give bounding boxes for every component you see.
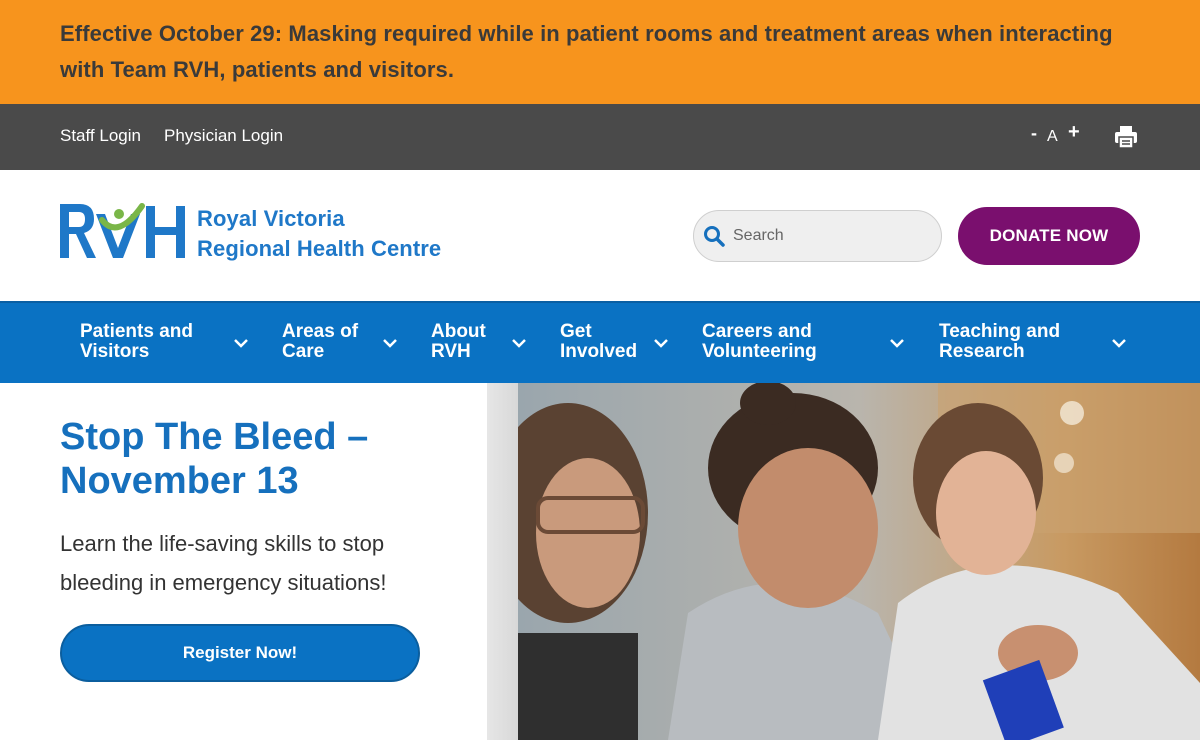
nav-label-line1: Patients and (80, 321, 193, 342)
hero-title: Stop The Bleed – November 13 (60, 416, 369, 502)
rvh-logo[interactable] (58, 200, 190, 262)
nav-item-about-rvh[interactable]: About RVH (431, 322, 486, 362)
print-icon[interactable] (1113, 124, 1139, 150)
font-decrease-button[interactable]: - (1031, 123, 1037, 144)
nav-item-patients-and-visitors[interactable]: Patients and Visitors (80, 322, 193, 362)
nav-label-line2: Volunteering (702, 341, 817, 362)
chevron-down-icon[interactable] (888, 334, 906, 352)
hero-divider (487, 383, 518, 740)
chevron-down-icon[interactable] (652, 334, 670, 352)
nav-label-line1: Teaching and (939, 321, 1061, 342)
search-icon[interactable] (703, 225, 725, 247)
nav-label-line1: Areas of (282, 321, 359, 342)
alert-text: Effective October 29: Masking required w… (60, 21, 1113, 82)
chevron-down-icon[interactable] (232, 334, 250, 352)
chevron-down-icon[interactable] (510, 334, 528, 352)
nav-label-line2: Research (939, 341, 1025, 362)
hero-photo (518, 383, 1200, 740)
nav-label-line2: Involved (560, 341, 638, 362)
nav-item-get-involved[interactable]: Get Involved (560, 322, 637, 362)
search-input[interactable] (733, 224, 923, 248)
alert-banner: Effective October 29: Masking required w… (0, 0, 1200, 104)
physician-login-link[interactable]: Physician Login (164, 126, 283, 146)
utility-bar: Staff Login Physician Login - A + (0, 104, 1200, 170)
donate-now-button[interactable]: DONATE NOW (958, 207, 1140, 265)
nav-label-line1: Careers and (702, 321, 812, 342)
font-increase-button[interactable]: + (1068, 121, 1080, 144)
chevron-down-icon[interactable] (1110, 334, 1128, 352)
nav-label-line2: RVH (431, 341, 471, 362)
staff-login-link[interactable]: Staff Login (60, 126, 141, 146)
nav-label-line2: Visitors (80, 341, 150, 362)
nav-item-areas-of-care[interactable]: Areas of Care (282, 322, 358, 362)
register-now-button[interactable]: Register Now! (60, 624, 420, 682)
nav-item-careers-and-volunteering[interactable]: Careers and Volunteering (702, 322, 817, 362)
nav-label-line2: Care (282, 341, 325, 362)
logo-name-line2: Regional Health Centre (197, 236, 442, 261)
font-size-label: A (1047, 128, 1058, 145)
nav-item-teaching-and-research[interactable]: Teaching and Research (939, 322, 1060, 362)
chevron-down-icon[interactable] (381, 334, 399, 352)
nav-label-line1: Get (560, 321, 592, 342)
logo-name-line1: Royal Victoria (197, 206, 345, 231)
hero-description: Learn the life-saving skills to stop ble… (60, 531, 387, 595)
nav-label-line1: About (431, 321, 486, 342)
